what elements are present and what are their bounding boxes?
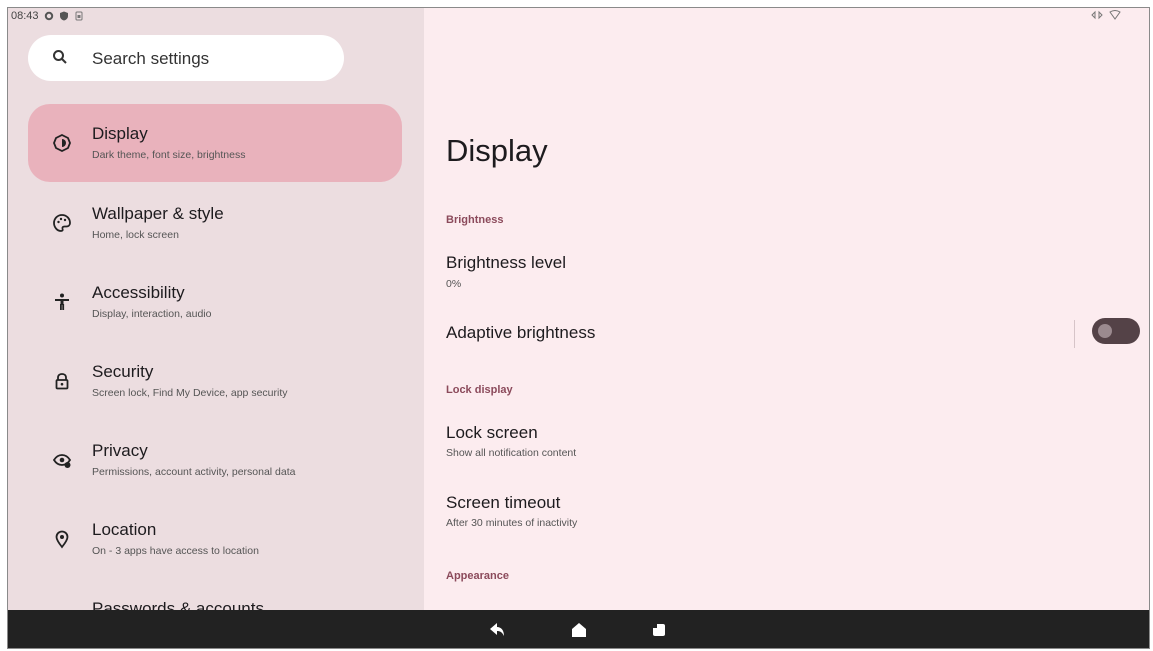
brightness-icon bbox=[53, 133, 71, 153]
sidebar-item-title: Security bbox=[92, 362, 154, 381]
system-navigation-bar bbox=[8, 610, 1149, 648]
sidebar-item-accessibility[interactable]: Accessibility Display, interaction, audi… bbox=[28, 263, 402, 341]
lock-icon bbox=[55, 373, 69, 390]
status-bar-right bbox=[1091, 10, 1121, 20]
sidebar-item-subtitle: Home, lock screen bbox=[92, 229, 179, 241]
status-time: 08:43 bbox=[11, 10, 39, 22]
screen-timeout-title: Screen timeout bbox=[446, 493, 561, 512]
sidebar-item-subtitle: Permissions, account activity, personal … bbox=[92, 466, 296, 478]
search-label: Search settings bbox=[92, 49, 210, 68]
settings-screen: 08:43 Search settings Display Dark theme… bbox=[7, 7, 1150, 649]
data-transfer-icon bbox=[1091, 10, 1103, 20]
accessibility-icon bbox=[55, 293, 69, 310]
home-icon[interactable] bbox=[570, 621, 588, 639]
shield-icon bbox=[59, 11, 68, 21]
back-icon[interactable] bbox=[488, 621, 506, 639]
recents-icon[interactable] bbox=[650, 621, 668, 639]
sim-card-icon bbox=[75, 11, 83, 21]
wifi-icon bbox=[1109, 10, 1121, 20]
section-header-brightness: Brightness bbox=[446, 214, 504, 226]
palette-icon bbox=[53, 214, 71, 232]
privacy-eye-icon bbox=[52, 454, 72, 468]
section-header-appearance: Appearance bbox=[446, 570, 509, 582]
sidebar-item-passwords-accounts[interactable]: Passwords & accounts bbox=[28, 579, 402, 612]
lock-screen-title: Lock screen bbox=[446, 423, 538, 442]
brightness-level-value: 0% bbox=[446, 278, 462, 290]
search-settings-bar[interactable]: Search settings bbox=[28, 35, 344, 81]
lock-screen-subtitle: Show all notification content bbox=[446, 447, 577, 459]
section-header-lock-display: Lock display bbox=[446, 384, 513, 396]
sidebar-item-security[interactable]: Security Screen lock, Find My Device, ap… bbox=[28, 342, 402, 420]
sidebar-item-title: Location bbox=[92, 520, 157, 539]
settings-gear-icon bbox=[44, 11, 53, 21]
sidebar-item-display[interactable]: Display Dark theme, font size, brightnes… bbox=[28, 104, 402, 182]
sidebar-item-title: Wallpaper & style bbox=[92, 204, 224, 223]
sidebar-item-title: Display bbox=[92, 124, 148, 143]
sidebar-item-title: Accessibility bbox=[92, 283, 185, 302]
sidebar-item-subtitle: Display, interaction, audio bbox=[92, 308, 212, 320]
status-bar: 08:43 bbox=[11, 10, 84, 22]
sidebar-item-subtitle: On - 3 apps have access to location bbox=[92, 545, 259, 557]
sidebar-item-wallpaper[interactable]: Wallpaper & style Home, lock screen bbox=[28, 184, 402, 262]
location-pin-icon bbox=[55, 530, 69, 549]
screen-timeout-subtitle: After 30 minutes of inactivity bbox=[446, 517, 578, 529]
search-icon bbox=[53, 50, 67, 64]
display-settings-panel: Display Brightness Brightness level 0% A… bbox=[424, 8, 1149, 612]
toggle-knob bbox=[1098, 324, 1112, 338]
adaptive-brightness-toggle[interactable] bbox=[1092, 318, 1140, 344]
brightness-level-title: Brightness level bbox=[446, 253, 567, 272]
sidebar-item-subtitle: Dark theme, font size, brightness bbox=[92, 149, 246, 161]
sidebar-item-subtitle: Screen lock, Find My Device, app securit… bbox=[92, 387, 288, 399]
sidebar-item-privacy[interactable]: Privacy Permissions, account activity, p… bbox=[28, 421, 402, 499]
toggle-divider bbox=[1074, 320, 1075, 348]
sidebar-item-title: Privacy bbox=[92, 441, 148, 460]
settings-sidebar: 08:43 Search settings Display Dark theme… bbox=[8, 8, 424, 612]
page-title: Display bbox=[446, 133, 548, 168]
adaptive-brightness-title: Adaptive brightness bbox=[446, 323, 596, 342]
sidebar-item-location[interactable]: Location On - 3 apps have access to loca… bbox=[28, 500, 402, 578]
